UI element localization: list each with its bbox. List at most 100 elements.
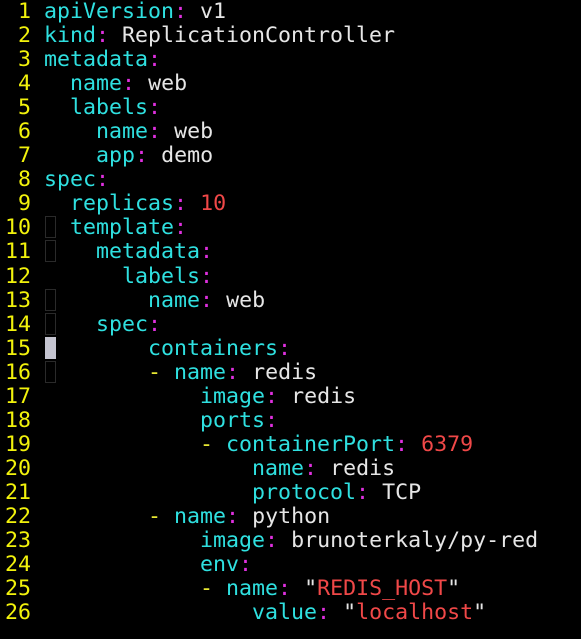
editor-line[interactable]: 24 env: [0,553,538,577]
colon: : [317,600,331,626]
line-text[interactable]: image: brunoterkaly/py-red [44,529,538,553]
editor-line[interactable]: 9 replicas: 10 [0,192,538,216]
yaml-value: ReplicationController [122,23,396,49]
editor-line[interactable]: 17 image: redis [0,383,538,409]
editor-line[interactable]: 11 metadata: [0,240,538,264]
line-number: 9 [17,191,31,217]
colon: : [148,119,162,145]
line-text[interactable]: labels: [44,263,214,289]
line-number: 13 [4,287,31,313]
line-number: 18 [4,407,31,433]
line-text[interactable]: containers: [44,336,291,361]
yaml-key: name [96,119,149,145]
yaml-key: name [226,576,279,602]
indent-marker [45,360,56,383]
line-number: 24 [4,552,31,578]
yaml-value: web [148,71,188,97]
yaml-key: metadata [44,47,149,73]
editor-line[interactable]: 13 name: web [0,287,538,313]
list-dash: - [148,359,175,385]
line-text[interactable]: protocol: TCP [44,479,422,505]
line-number: 22 [4,503,31,529]
line-text[interactable]: spec: [44,312,161,337]
line-number: 17 [4,383,31,409]
editor-line[interactable]: 22 - name: python [0,503,538,529]
line-text[interactable]: app: demo [44,144,213,168]
line-text[interactable]: - name: python [44,503,330,529]
editor-line[interactable]: 20 name: redis [0,456,538,481]
colon: : [96,23,110,49]
line-number: 16 [4,359,31,385]
editor-line[interactable]: 2 kind: ReplicationController [0,23,538,48]
colon: : [278,576,292,602]
editor-line[interactable]: 8 spec: [0,168,538,192]
quote: " [473,600,487,626]
colon: : [174,0,188,24]
yaml-string-value: localhost [356,600,474,626]
editor-line[interactable]: 7 app: demo [0,144,538,168]
line-text[interactable]: ports: [44,408,278,433]
quote: " [343,600,357,626]
line-text[interactable]: name: web [44,72,187,96]
editor-line[interactable]: 15 containers: [0,336,538,361]
line-text[interactable]: replicas: 10 [44,192,226,216]
colon: : [200,263,214,289]
editor-line[interactable]: 26 value: "localhost" [0,601,538,625]
colon: : [226,503,240,529]
yaml-key: name [174,503,227,529]
line-number: 7 [17,143,31,169]
line-text[interactable]: template: [44,216,187,240]
line-number: 12 [4,263,31,289]
line-text[interactable]: spec: [44,168,109,192]
editor-line[interactable]: 23 image: brunoterkaly/py-red [0,528,538,553]
yaml-key: name [70,71,123,97]
yaml-string-value: REDIS_HOST [317,576,448,602]
line-text[interactable]: apiVersion: v1 [44,0,226,24]
line-text[interactable]: labels: [44,96,161,120]
line-number: 4 [17,71,31,97]
colon: : [135,143,149,169]
yaml-key: apiVersion [44,0,175,24]
line-text[interactable]: metadata: [44,48,161,72]
line-number: 19 [4,431,31,457]
yaml-editor[interactable]: 1 apiVersion: v1 2 kind: ReplicationControl… [0,0,538,625]
line-text[interactable]: name: redis [44,456,395,481]
yaml-key: value [252,600,318,626]
yaml-value: 6379 [421,431,474,457]
yaml-key: protocol [252,479,357,505]
indent-marker [45,240,56,263]
yaml-key: name [148,287,201,313]
yaml-key: labels [70,95,149,121]
line-text[interactable]: name: web [44,287,265,313]
yaml-key: image [200,528,266,554]
editor-line[interactable]: 4 name: web [0,72,538,96]
editor-line[interactable]: 25 - name: "REDIS_HOST" [0,577,538,601]
line-text[interactable]: env: [44,553,252,577]
colon: : [148,95,162,121]
editor-line[interactable]: 3 metadata: [0,48,538,72]
editor-line[interactable]: 16 - name: redis [0,359,538,385]
editor-line[interactable]: 12 labels: [0,263,538,289]
line-text[interactable]: name: web [44,120,213,144]
line-text[interactable]: kind: ReplicationController [44,24,395,48]
editor-line[interactable]: 21 protocol: TCP [0,479,538,505]
line-text[interactable]: - name: "REDIS_HOST" [44,577,460,601]
line-number: 10 [4,215,31,241]
yaml-key: app [96,143,136,169]
line-text[interactable]: - containerPort: 6379 [44,431,474,457]
line-text[interactable]: image: redis [44,383,356,409]
quote: " [447,576,461,602]
editor-line[interactable]: 5 labels: [0,96,538,120]
editor-line[interactable]: 1 apiVersion: v1 [0,0,538,24]
yaml-value: brunoterkaly/py-red [291,528,539,554]
colon: : [265,383,279,409]
editor-line[interactable]: 6 name: web [0,120,538,144]
line-text[interactable]: - name: redis [44,359,317,385]
editor-line[interactable]: 14 spec: [0,312,538,337]
line-text[interactable]: value: "localhost" [44,601,486,625]
editor-line[interactable]: 18 ports: [0,407,538,433]
yaml-value: TCP [382,479,422,505]
editor-line[interactable]: 10 template: [0,216,538,240]
line-text[interactable]: metadata: [44,240,213,264]
editor-line[interactable]: 19 - containerPort: 6379 [0,431,538,457]
